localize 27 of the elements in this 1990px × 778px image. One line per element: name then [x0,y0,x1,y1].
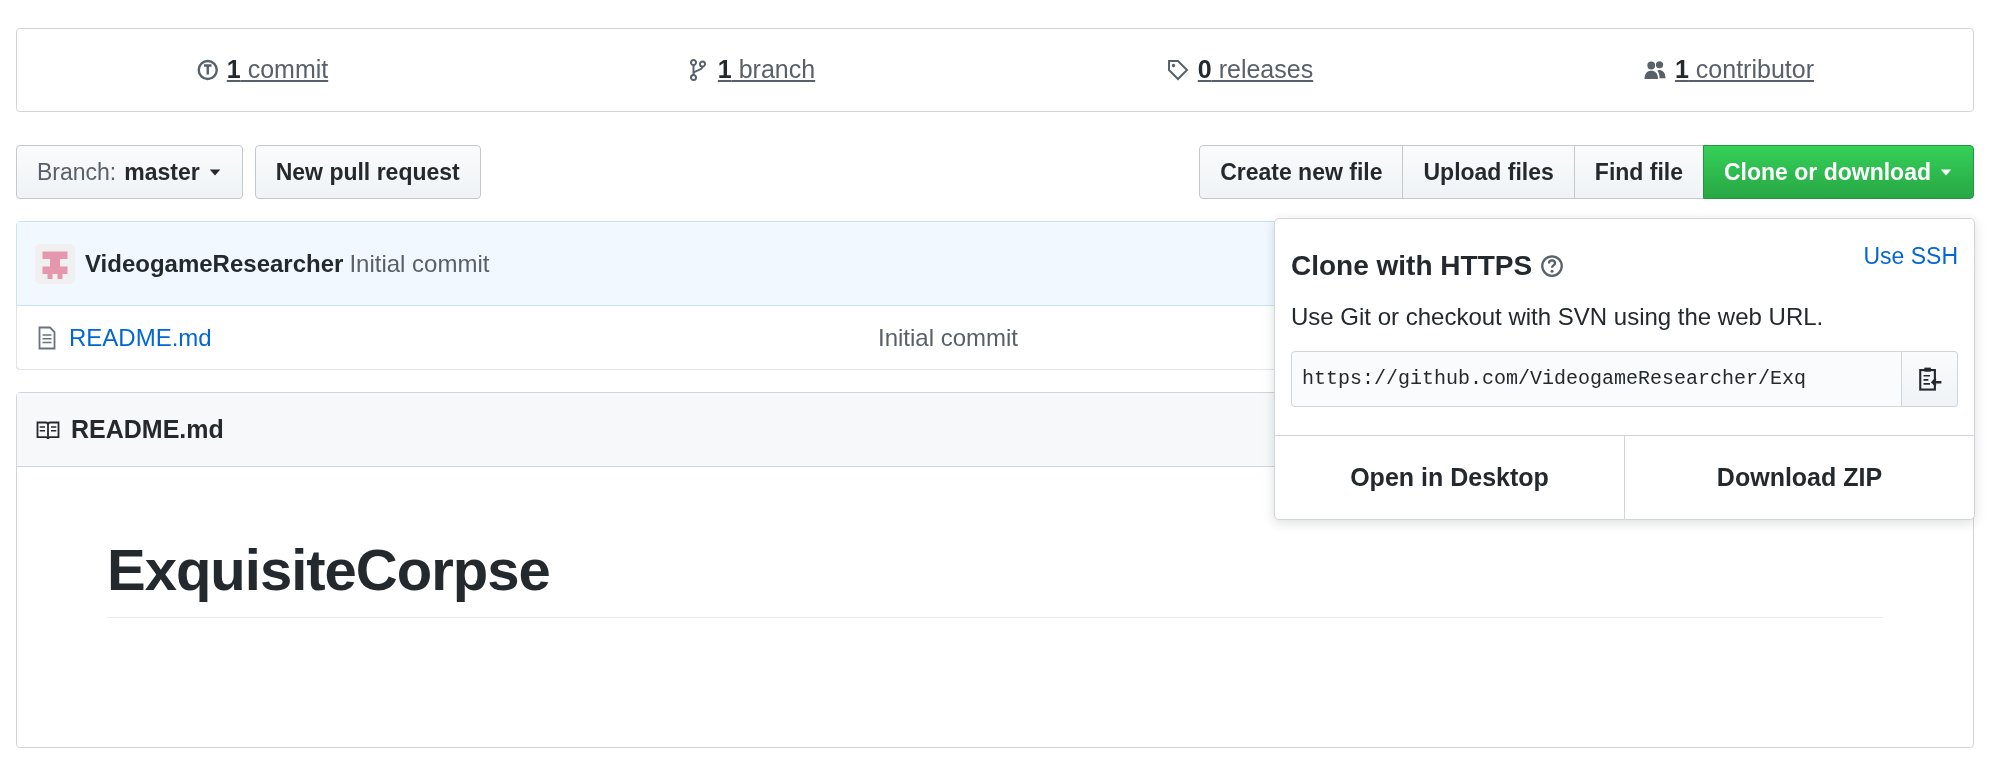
popup-description: Use Git or checkout with SVN using the web URL. [1291,302,1825,332]
use-ssh-link[interactable]: Use SSH [1863,239,1958,274]
summary-link[interactable]: 0 releases [1165,51,1314,89]
summary-link[interactable]: 1 commit [194,51,329,89]
clone-url-field[interactable]: https://github.com/VideogameResearcher/Exq [1291,351,1902,407]
copy-button[interactable] [1902,351,1958,407]
new-pull-request-button[interactable]: New pull request [254,145,481,199]
commit-author-link[interactable]: VideogameResearcher [85,245,344,282]
tag-icon [1165,58,1190,82]
identicon-avatar [35,243,75,284]
branch-dropdown[interactable]: Branch: master [16,145,243,199]
commit-message: Initial commit [349,248,490,279]
readme-heading: ExquisiteCorpse [107,535,1883,618]
file-action-button[interactable]: Upload files [1402,145,1575,199]
summary-link[interactable]: 1 contributor [1643,51,1814,89]
popup-action-link[interactable]: Download ZIP [1624,436,1974,519]
popup-action-link[interactable]: Open in Desktop [1275,436,1624,519]
summary-link[interactable]: 1 branch [685,51,816,89]
clipboard-icon [1916,365,1943,393]
file-commit-message: Initial commit [878,322,1019,353]
file-action-button[interactable]: Find file [1573,145,1704,199]
file-action-button[interactable]: Create new file [1199,145,1404,199]
people-icon [1643,58,1667,82]
help-icon [1540,254,1565,278]
readme-title: README.md [71,413,224,445]
popup-title: Clone with HTTPS [1291,249,1533,283]
file-name-link[interactable]: README.md [69,319,212,356]
